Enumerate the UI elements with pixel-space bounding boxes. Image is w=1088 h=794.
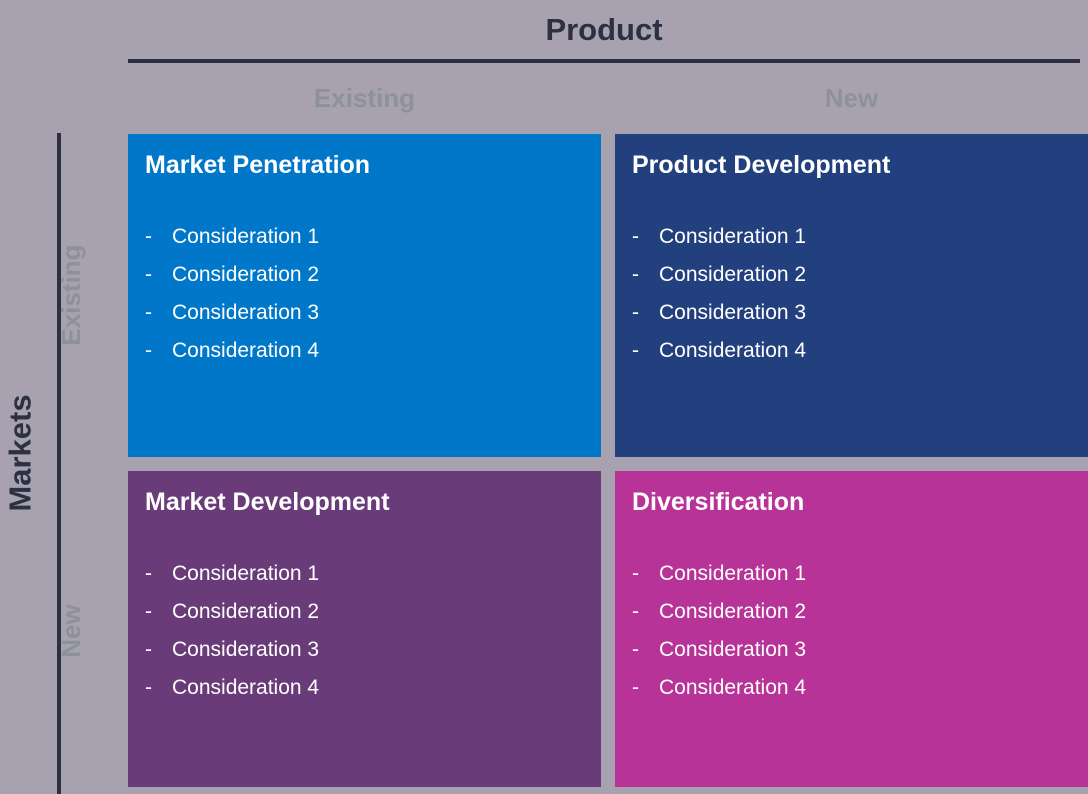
bullet-dash-icon: - [632,562,639,585]
consideration-label: Consideration 4 [172,676,320,699]
consideration-item: - Consideration 1 [632,555,1078,593]
bullet-dash-icon: - [632,339,639,362]
consideration-item: - Consideration 3 [145,631,591,669]
consideration-label: Consideration 2 [659,600,807,623]
consideration-item: - Consideration 3 [632,631,1078,669]
ansoff-matrix: Product Existing New Markets Existing Ne… [0,0,1088,794]
consideration-list: - Consideration 1- Consideration 2- Conside… [632,218,1078,370]
row-header-new: New [56,604,86,658]
quadrant-title: Market Penetration [145,151,371,179]
consideration-label: Consideration 3 [172,301,320,324]
consideration-label: Consideration 4 [659,676,807,699]
consideration-item: - Consideration 2 [145,593,591,631]
quadrant-title: Diversification [632,488,805,516]
quadrant-product-development[interactable]: Product Development - Consideration 1- Con… [615,134,1088,457]
bullet-dash-icon: - [145,301,152,324]
bullet-dash-icon: - [145,638,152,661]
bullet-dash-icon: - [145,225,152,248]
consideration-item: - Consideration 2 [632,256,1078,294]
bullet-dash-icon: - [632,263,639,286]
bullet-dash-icon: - [145,562,152,585]
bullet-dash-icon: - [145,676,152,699]
consideration-item: - Consideration 2 [632,593,1078,631]
bullet-dash-icon: - [632,676,639,699]
quadrant-title: Product Development [632,151,891,179]
bullet-dash-icon: - [632,600,639,623]
bullet-dash-icon: - [145,339,152,362]
bullet-dash-icon: - [145,263,152,286]
consideration-label: Consideration 2 [172,263,320,286]
consideration-item: - Consideration 4 [632,332,1078,370]
consideration-label: Consideration 2 [659,263,807,286]
consideration-label: Consideration 3 [659,301,807,324]
consideration-list: - Consideration 1- Consideration 2- Conside… [145,555,591,707]
consideration-label: Consideration 1 [659,225,807,248]
consideration-item: - Consideration 1 [145,555,591,593]
column-header-existing: Existing [313,83,416,113]
consideration-label: Consideration 1 [172,562,320,585]
consideration-item: - Consideration 3 [632,294,1078,332]
consideration-label: Consideration 3 [659,638,807,661]
consideration-list: - Consideration 1- Consideration 2- Conside… [632,555,1078,707]
bullet-dash-icon: - [632,638,639,661]
consideration-label: Consideration 1 [659,562,807,585]
consideration-item: - Consideration 4 [145,332,591,370]
bullet-dash-icon: - [632,301,639,324]
consideration-label: Consideration 2 [172,600,320,623]
consideration-item: - Consideration 4 [632,669,1078,707]
consideration-item: - Consideration 2 [145,256,591,294]
consideration-item: - Consideration 4 [145,669,591,707]
consideration-label: Consideration 1 [172,225,320,248]
quadrant-market-development[interactable]: Market Development - Consideration 1- Cons… [128,471,601,787]
consideration-label: Consideration 3 [172,638,320,661]
consideration-item: - Consideration 1 [632,218,1078,256]
consideration-item: - Consideration 3 [145,294,591,332]
quadrant-title: Market Development [145,488,390,516]
bullet-dash-icon: - [145,600,152,623]
quadrant-market-penetration[interactable]: Market Penetration - Consideration 1- Cons… [128,134,601,457]
product-axis-line [128,59,1080,63]
consideration-list: - Consideration 1- Consideration 2- Conside… [145,218,591,370]
consideration-label: Consideration 4 [172,339,320,362]
column-header-new: New [824,83,879,113]
consideration-item: - Consideration 1 [145,218,591,256]
row-header-existing: Existing [56,244,86,346]
quadrant-diversification[interactable]: Diversification - Consideration 1- Conside… [615,471,1088,787]
bullet-dash-icon: - [632,225,639,248]
product-axis-title: Product [545,12,663,47]
markets-axis-title: Markets [2,394,38,512]
consideration-label: Consideration 4 [659,339,807,362]
